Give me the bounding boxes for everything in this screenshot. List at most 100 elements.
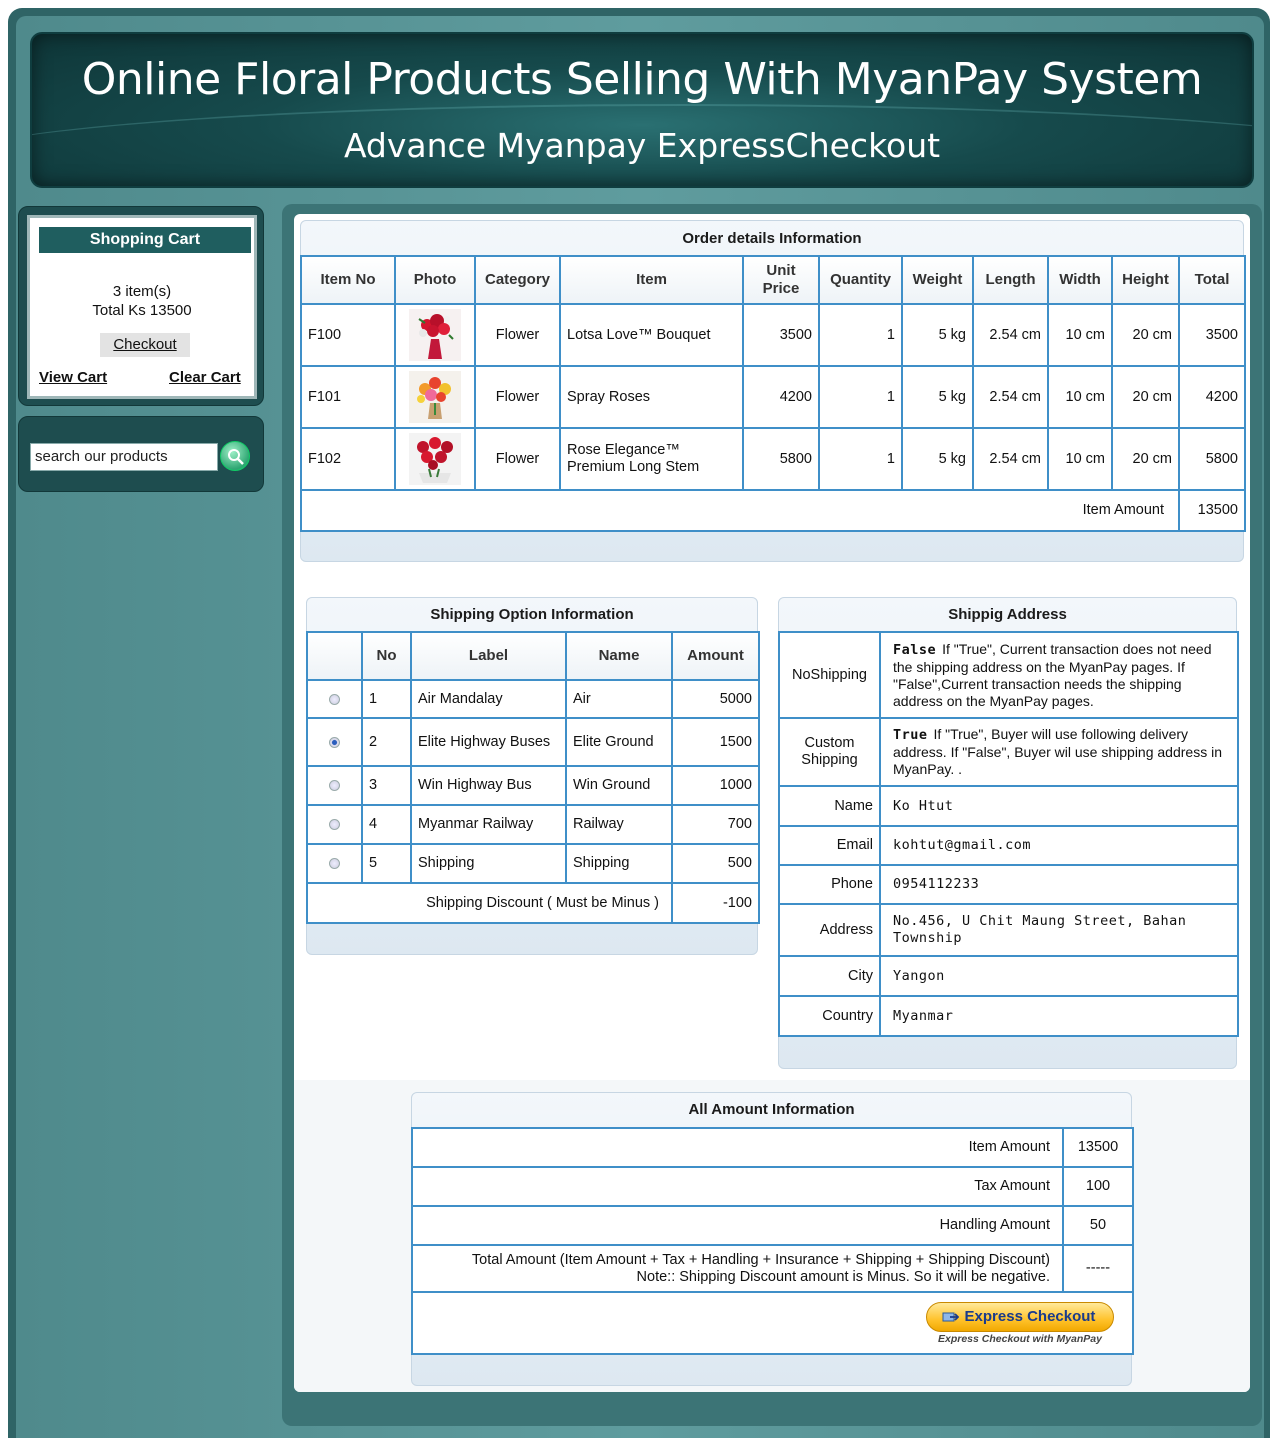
item-category: Flower (474, 365, 561, 429)
address-label: Email (778, 825, 881, 866)
total-amount-note: Note:: Shipping Discount amount is Minus… (636, 1268, 1050, 1285)
order-header: Photo (394, 255, 476, 305)
amount-label: Item Amount (411, 1127, 1064, 1168)
noshipping-row: NoShipping False If "True", Current trans… (778, 631, 1239, 719)
address-label: City (778, 955, 881, 997)
red-roses-image (409, 433, 461, 485)
shipping-header: Label (410, 631, 567, 681)
shipping-label: Elite Highway Buses (410, 717, 567, 767)
shipping-amount: 700 (671, 804, 760, 845)
item-weight: 5 kg (901, 365, 974, 429)
table-row: 4 Myanmar Railway Railway 700 (306, 804, 760, 845)
shipping-radio[interactable] (329, 819, 340, 830)
order-header: Width (1047, 255, 1113, 305)
item-total: 4200 (1178, 365, 1246, 429)
item-height: 20 cm (1111, 303, 1180, 367)
shipping-header: Amount (671, 631, 760, 681)
mixed-roses-image (409, 371, 461, 423)
shipping-header (306, 631, 363, 681)
item-price: 4200 (742, 365, 820, 429)
order-header: Quantity (818, 255, 903, 305)
shipping-radio-selected[interactable] (329, 736, 340, 748)
shipping-discount-row: Shipping Discount ( Must be Minus ) -100 (306, 882, 760, 924)
table-row: 1 Air Mandalay Air 5000 (306, 679, 760, 719)
item-height: 20 cm (1111, 427, 1180, 491)
item-height: 20 cm (1111, 365, 1180, 429)
express-checkout-caption: Express Checkout with MyanPay (938, 1333, 1102, 1345)
order-header: Category (474, 255, 561, 305)
shipping-option-table: No Label Name Amount 1 Air Mandalay Air … (306, 631, 760, 924)
shipping-radio[interactable] (329, 858, 340, 869)
shipping-label: Air Mandalay (410, 679, 567, 719)
cart-title: Shopping Cart (39, 227, 251, 253)
shipping-amount: 500 (671, 843, 760, 884)
shipping-no: 2 (361, 717, 412, 767)
item-category: Flower (474, 303, 561, 367)
table-row: F100 Flower Lotsa Love™ Bouquet 3500 1 5… (300, 303, 1246, 367)
shipping-name: Shipping (565, 843, 673, 884)
custom-shipping-description: If "True", Buyer will use following deli… (893, 726, 1222, 777)
item-width: 10 cm (1047, 303, 1113, 367)
amount-value: 100 (1062, 1166, 1134, 1207)
total-amount-label: Total Amount (Item Amount + Tax + Handli… (471, 1251, 1050, 1268)
table-row: 2 Elite Highway Buses Elite Ground 1500 (306, 717, 760, 767)
search-box: search our products (18, 416, 264, 492)
item-length: 2.54 cm (972, 365, 1049, 429)
shipping-discount-label: Shipping Discount ( Must be Minus ) (306, 882, 673, 924)
shipping-header: Name (565, 631, 673, 681)
shipping-name: Railway (565, 804, 673, 845)
item-amount-value: 13500 (1178, 489, 1246, 532)
address-row: Phone 0954112233 (778, 864, 1239, 905)
amount-value: 50 (1062, 1205, 1134, 1246)
red-bouquet-image (409, 309, 461, 361)
shipping-label: Shipping (410, 843, 567, 884)
shipping-discount-value: -100 (671, 882, 760, 924)
item-no: F101 (300, 365, 396, 429)
shipping-header: No (361, 631, 412, 681)
shipping-no: 3 (361, 765, 412, 806)
item-name: Rose Elegance™ Premium Long Stem (559, 427, 744, 491)
shipping-address-table: NoShipping False If "True", Current trans… (778, 631, 1239, 1037)
clear-cart-link[interactable]: Clear Cart (169, 369, 241, 386)
order-header: Weight (901, 255, 974, 305)
item-amount-row: Item Amount 13500 (300, 489, 1246, 532)
item-length: 2.54 cm (972, 303, 1049, 367)
custom-shipping-label: Custom Shipping (778, 717, 881, 787)
shipping-option-title: Shipping Option Information (430, 606, 634, 623)
shipping-label: Win Highway Bus (410, 765, 567, 806)
order-header: Item No (300, 255, 396, 305)
address-row: City Yangon (778, 955, 1239, 997)
shipping-no: 4 (361, 804, 412, 845)
search-icon (228, 449, 244, 465)
item-no: F102 (300, 427, 396, 491)
address-label: Country (778, 995, 881, 1037)
checkout-button[interactable]: Checkout (100, 333, 190, 357)
custom-shipping-value: True (893, 727, 928, 743)
amount-row: Item Amount 13500 (411, 1127, 1134, 1168)
item-name: Lotsa Love™ Bouquet (559, 303, 744, 367)
amount-row: Tax Amount 100 (411, 1166, 1134, 1207)
item-total: 3500 (1178, 303, 1246, 367)
view-cart-link[interactable]: View Cart (39, 369, 107, 386)
address-row: Country Myanmar (778, 995, 1239, 1037)
item-category: Flower (474, 427, 561, 491)
search-input[interactable]: search our products (30, 443, 218, 471)
address-value: Ko Htut (879, 785, 1239, 827)
address-value: 0954112233 (879, 864, 1239, 905)
item-no: F100 (300, 303, 396, 367)
amount-value: 13500 (1062, 1127, 1134, 1168)
shipping-name: Air (565, 679, 673, 719)
shipping-amount: 5000 (671, 679, 760, 719)
shipping-radio[interactable] (329, 693, 340, 705)
shipping-amount: 1000 (671, 765, 760, 806)
shipping-radio[interactable] (329, 780, 340, 791)
page-subtitle: Advance Myanpay ExpressCheckout (343, 126, 941, 165)
search-button[interactable] (220, 441, 250, 471)
amount-label: Tax Amount (411, 1166, 1064, 1207)
shipping-name: Win Ground (565, 765, 673, 806)
shipping-no: 5 (361, 843, 412, 884)
item-width: 10 cm (1047, 427, 1113, 491)
express-checkout-button[interactable]: Express Checkout (926, 1302, 1114, 1332)
shipping-label: Myanmar Railway (410, 804, 567, 845)
item-amount-label: Item Amount (300, 489, 1180, 532)
